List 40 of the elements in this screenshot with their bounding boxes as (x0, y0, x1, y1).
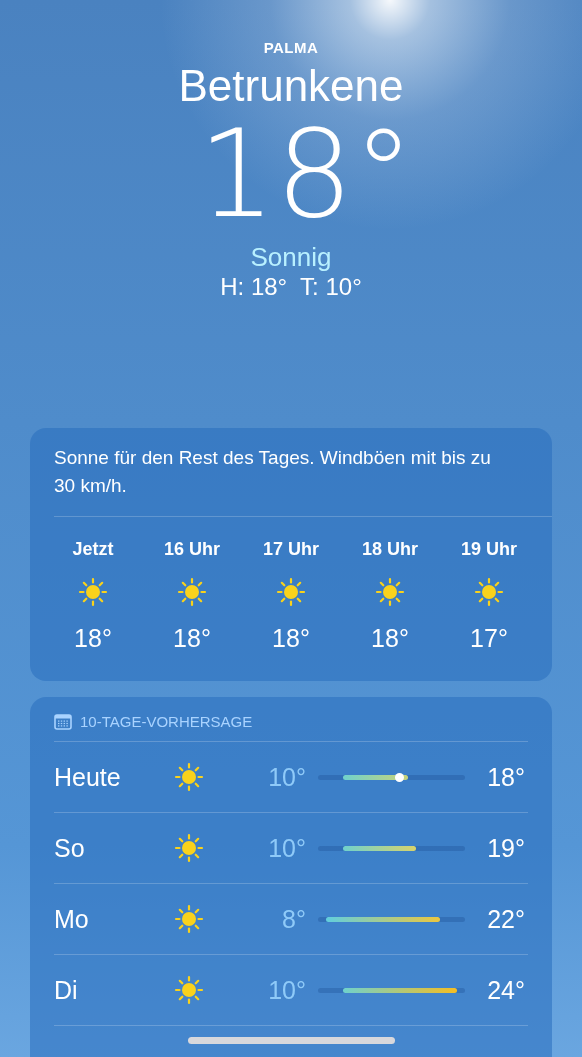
hour-temperature: 18° (173, 623, 211, 653)
sun-icon (172, 760, 206, 794)
hour-temperature: 18° (371, 623, 409, 653)
day-label: Mo (54, 904, 90, 934)
hour-temperature: 17° (470, 623, 508, 653)
forecast-title: 10-TAGE-VORHERSAGE (80, 713, 253, 731)
day-label: So (54, 833, 86, 863)
low-temperature: 10° (267, 833, 306, 863)
high-low-label: H: 18° T: 10° (220, 272, 362, 302)
sun-icon (274, 575, 308, 609)
current-temperature: 18° (197, 112, 415, 236)
hour-temperature: 18° (272, 623, 310, 653)
day-label: Heute (54, 762, 122, 792)
sun-icon (172, 973, 206, 1007)
low-temperature: 10° (267, 975, 306, 1005)
location-subtitle: PALMA (263, 38, 319, 58)
hour-label: 16 Uhr (164, 538, 220, 561)
high-temperature: 22° (486, 904, 525, 934)
high-temperature: 19° (486, 833, 525, 863)
hour-temperature: 18° (74, 623, 112, 653)
hour-label: 19 Uhr (461, 538, 517, 561)
sun-icon (76, 575, 110, 609)
home-indicator[interactable] (188, 1037, 395, 1044)
high-temperature: 18° (486, 762, 525, 792)
condition-label: Sonnig (250, 242, 332, 272)
sun-icon (373, 575, 407, 609)
sun-icon (175, 575, 209, 609)
hour-label: 17 Uhr (263, 538, 319, 561)
day-label: Di (54, 975, 79, 1005)
location-name: Betrunkene (178, 60, 404, 112)
sun-icon (472, 575, 506, 609)
hour-label: 18 Uhr (362, 538, 418, 561)
low-temperature: 8° (281, 904, 306, 934)
sun-icon (172, 831, 206, 865)
low-temperature: 10° (267, 762, 306, 792)
forecast-summary: Sonne für den Rest des Tages. Windböen mit bis zu 30 km/h. (53, 446, 492, 498)
calendar-icon (54, 714, 72, 730)
high-temperature: 24° (486, 975, 525, 1005)
hour-label: Jetzt (72, 538, 114, 561)
sun-icon (172, 902, 206, 936)
